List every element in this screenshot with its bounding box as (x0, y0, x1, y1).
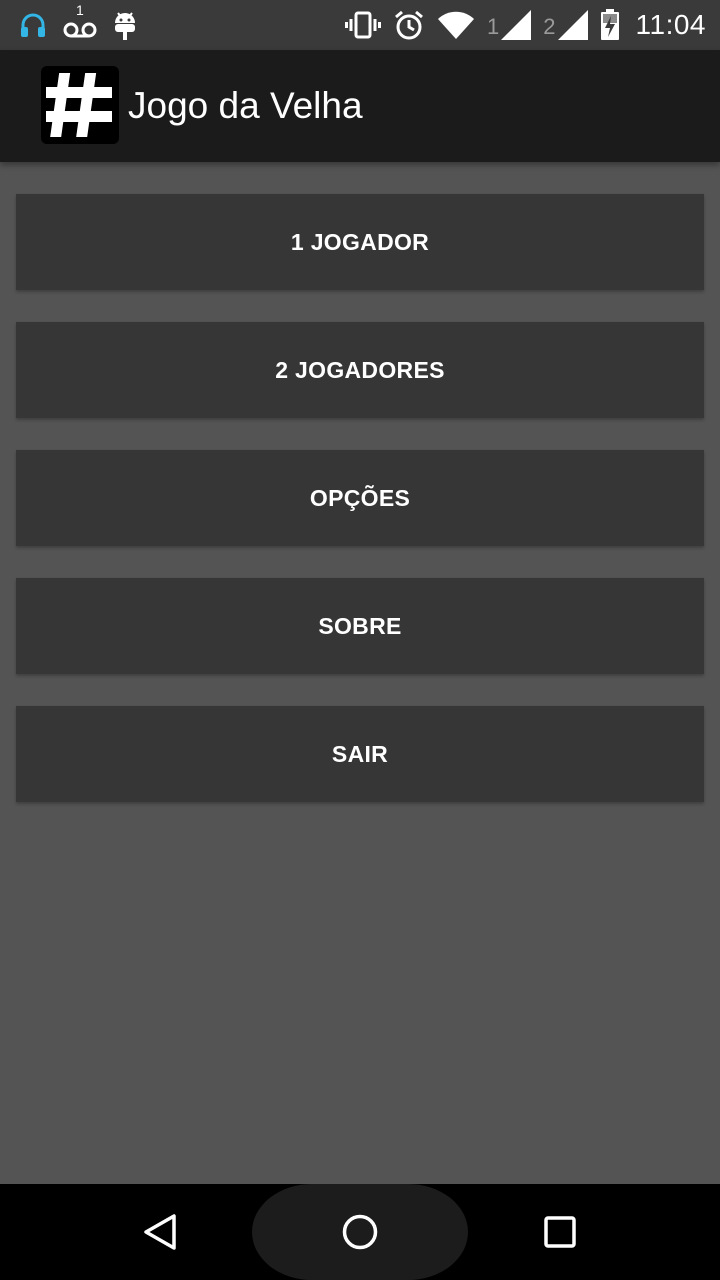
options-button[interactable]: OPÇÕES (16, 450, 704, 546)
hash-icon (41, 66, 119, 144)
signal-2-icon (557, 10, 588, 40)
headset-icon (18, 10, 48, 40)
voicemail-count: 1 (76, 2, 84, 18)
navigation-bar (0, 1184, 720, 1280)
app-title: Jogo da Velha (128, 85, 363, 126)
signal-1-group: 1 (487, 10, 532, 40)
exit-button[interactable]: SAIR (16, 706, 704, 802)
one-player-button[interactable]: 1 JOGADOR (16, 194, 704, 290)
recents-icon[interactable] (536, 1208, 584, 1256)
android-debug-icon (112, 9, 138, 41)
signal-2-group: 2 (543, 10, 588, 40)
vibrate-icon (345, 10, 381, 40)
status-clock: 11:04 (635, 9, 706, 40)
about-button[interactable]: SOBRE (16, 578, 704, 674)
sim2-label: 2 (543, 14, 556, 39)
wifi-icon (437, 11, 475, 39)
sim1-label: 1 (487, 14, 500, 39)
two-players-button[interactable]: 2 JOGADORES (16, 322, 704, 418)
action-bar: Jogo da Velha (0, 50, 720, 162)
home-icon[interactable] (336, 1208, 384, 1256)
voicemail-icon: 1 (62, 2, 98, 40)
status-bar-left: 1 (18, 2, 138, 42)
status-bar: 1 1 2 11:04 (0, 0, 720, 50)
signal-1-icon (501, 10, 532, 40)
screen: 1 1 2 11:04 Jogo da Velha 1 JOGADOR 2 JO… (0, 0, 720, 1280)
back-icon[interactable] (136, 1208, 184, 1256)
alarm-icon (393, 9, 425, 41)
battery-charging-icon (600, 9, 620, 41)
main-menu: 1 JOGADOR 2 JOGADORES OPÇÕES SOBRE SAIR (16, 194, 704, 834)
status-bar-right: 1 2 11:04 (345, 6, 706, 44)
